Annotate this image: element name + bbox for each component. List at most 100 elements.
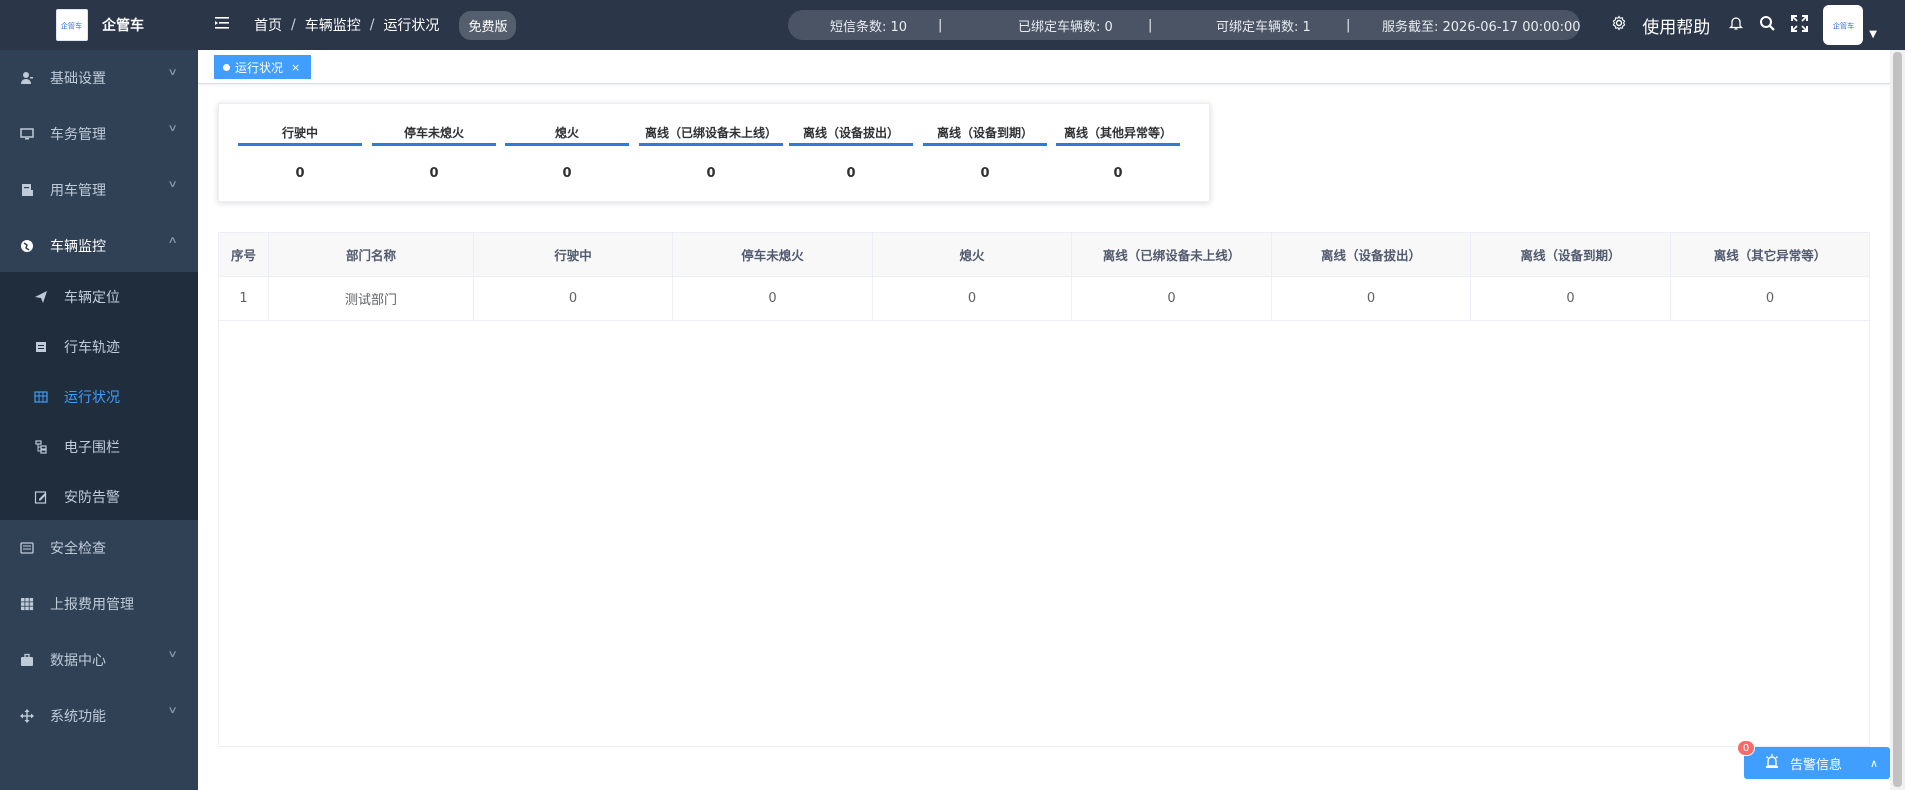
breadcrumb-running-status: 运行状况 xyxy=(383,18,440,34)
sidebar-item-label: 电子围栏 xyxy=(64,440,120,456)
sidebar-logo[interactable]: 企管车 企管车 xyxy=(0,0,198,50)
summary-label: 熄火 xyxy=(505,124,629,146)
sidebar-item-system-functions[interactable]: 系统功能 ∨ xyxy=(0,688,198,744)
sidebar-item-safety-check[interactable]: 安全检查 xyxy=(0,520,198,576)
sidebar-item-basic-settings[interactable]: 基础设置 ∨ xyxy=(0,50,198,106)
breadcrumb-separator: / xyxy=(369,17,375,33)
breadcrumb-home[interactable]: 首页 xyxy=(254,15,282,35)
chevron-down-icon: ∨ xyxy=(167,705,178,716)
summary-offline-not-online: 离线（已绑设备未上线） 0 xyxy=(639,124,783,181)
summary-offline-expired: 离线（设备到期） 0 xyxy=(923,124,1047,181)
grid-icon xyxy=(20,597,34,611)
breadcrumb-separator: / xyxy=(291,17,296,33)
sms-count: 短信条数: 10 xyxy=(830,19,908,35)
app-title: 企管车 xyxy=(102,18,144,34)
table-cell: 0 xyxy=(1471,277,1671,321)
chevron-down-icon: ∨ xyxy=(167,179,178,190)
sidebar-item-label: 安全检查 xyxy=(50,541,106,557)
sidebar-item-label: 基础设置 xyxy=(50,71,106,87)
alarm-count-badge: 0 xyxy=(1737,740,1755,756)
summary-label: 行驶中 xyxy=(238,124,362,146)
scrollbar-thumb[interactable] xyxy=(1893,52,1902,787)
briefcase-icon xyxy=(20,653,34,667)
logo-image-text: 企管车 xyxy=(61,22,83,31)
summary-label: 离线（设备拔出） xyxy=(789,124,913,146)
info-divider: | xyxy=(1148,17,1153,33)
table-header-cell: 停车未熄火 xyxy=(673,233,873,277)
page-scrollbar[interactable] xyxy=(1890,50,1905,790)
summary-idling: 停车未熄火 0 xyxy=(372,124,496,181)
fullscreen-icon[interactable] xyxy=(1791,14,1809,36)
summary-offline-unplugged: 离线（设备拔出） 0 xyxy=(789,124,913,181)
breadcrumb-vehicle-monitoring[interactable]: 车辆监控 xyxy=(305,15,361,35)
status-summary-card: 行驶中 0 停车未熄火 0 熄火 0 离线（已绑设备未上线） 0 离线（设备拔出… xyxy=(218,103,1210,202)
bound-vehicle-count: 已绑定车辆数: 0 xyxy=(1018,19,1113,35)
send-icon xyxy=(34,290,48,304)
summary-offline-other: 离线（其他异常等） 0 xyxy=(1056,124,1180,181)
table-header-cell: 离线（设备到期） xyxy=(1471,233,1671,277)
sidebar-item-vehicle-use[interactable]: 用车管理 ∨ xyxy=(0,162,198,218)
table-cell: 0 xyxy=(474,277,673,321)
sidebar-item-running-status[interactable]: 运行状况 xyxy=(0,372,198,422)
sidebar-item-driving-track[interactable]: 行车轨迹 xyxy=(0,322,198,372)
logo-image: 企管车 xyxy=(56,9,88,41)
monitor-icon xyxy=(20,127,34,141)
help-link[interactable]: 使用帮助 xyxy=(1642,13,1710,38)
chevron-down-icon: ∨ xyxy=(167,123,178,134)
service-expiry: 服务截至: 2026-06-17 00:00:00 xyxy=(1382,19,1581,35)
info-divider: | xyxy=(1346,17,1351,33)
sidebar-item-label: 行车轨迹 xyxy=(64,340,120,356)
table-cell: 1 xyxy=(219,277,269,321)
table-header-cell: 部门名称 xyxy=(269,233,474,277)
sidebar-item-expense-report[interactable]: 上报费用管理 xyxy=(0,576,198,632)
summary-driving: 行驶中 0 xyxy=(238,124,362,181)
bell-icon[interactable] xyxy=(1728,15,1744,35)
caret-down-icon[interactable]: ▼ xyxy=(1869,29,1877,40)
hamburger-menu-icon[interactable] xyxy=(214,15,236,36)
running-status-table: 序号 部门名称 行驶中 停车未熄火 熄火 离线（已绑设备未上线） 离线（设备拔出… xyxy=(218,232,1870,747)
sidebar-item-vehicle-monitoring[interactable]: 车辆监控 ∧ xyxy=(0,218,198,274)
document-icon xyxy=(20,183,34,197)
sidebar-item-label: 安防告警 xyxy=(64,490,120,506)
table-header-cell: 离线（设备拔出） xyxy=(1272,233,1471,277)
sidebar-item-geofence[interactable]: 电子围栏 xyxy=(0,422,198,472)
close-icon[interactable]: × xyxy=(291,61,300,74)
avatar-text: 企管车 xyxy=(1832,22,1855,31)
table-header-cell: 行驶中 xyxy=(474,233,673,277)
summary-value: 0 xyxy=(706,166,716,181)
topbar-actions: 使用帮助 企管车 ▼ xyxy=(1611,0,1905,50)
table-cell: 测试部门 xyxy=(269,277,474,321)
table-cell: 0 xyxy=(1272,277,1471,321)
tree-icon xyxy=(34,440,48,454)
sidebar-item-vehicle-location[interactable]: 车辆定位 xyxy=(0,272,198,322)
sidebar-item-label: 上报费用管理 xyxy=(50,597,134,613)
avatar[interactable]: 企管车 xyxy=(1823,5,1864,45)
sidebar-item-label: 系统功能 xyxy=(50,709,106,725)
user-icon xyxy=(20,71,34,85)
info-divider: | xyxy=(938,17,943,33)
sidebar: 企管车 企管车 基础设置 ∨ 车务管理 ∨ 用车管理 ∨ 车辆监控 ∧ 车辆定位… xyxy=(0,0,198,790)
gear-icon[interactable] xyxy=(1611,15,1627,35)
bindable-vehicle-count: 可绑定车辆数: 1 xyxy=(1216,19,1311,35)
summary-value: 0 xyxy=(562,166,572,181)
summary-value: 0 xyxy=(295,166,305,181)
sidebar-item-label: 车务管理 xyxy=(50,127,106,143)
search-icon[interactable] xyxy=(1759,15,1776,36)
edition-badge: 免费版 xyxy=(459,10,517,40)
alarm-label: 告警信息 xyxy=(1790,757,1843,773)
active-dot xyxy=(223,63,230,71)
sidebar-item-security-alarm[interactable]: 安防告警 xyxy=(0,472,198,522)
summary-value: 0 xyxy=(846,166,856,181)
summary-value: 0 xyxy=(980,166,990,181)
table-icon xyxy=(34,390,48,404)
tab-running-status[interactable]: 运行状况 × xyxy=(214,55,312,79)
alarm-icon xyxy=(1764,753,1780,773)
chevron-down-icon: ∨ xyxy=(167,649,178,660)
sidebar-item-data-center[interactable]: 数据中心 ∨ xyxy=(0,632,198,688)
sidebar-item-label: 运行状况 xyxy=(64,390,120,406)
summary-value: 0 xyxy=(429,166,439,181)
account-info-bar: 短信条数: 10 | 已绑定车辆数: 0 | 可绑定车辆数: 1 | 服务截至:… xyxy=(788,10,1581,40)
alarm-info-button[interactable]: 告警信息 ∧ xyxy=(1744,747,1890,779)
summary-label: 离线（已绑设备未上线） xyxy=(639,124,783,146)
sidebar-item-vehicle-affairs[interactable]: 车务管理 ∨ xyxy=(0,106,198,162)
